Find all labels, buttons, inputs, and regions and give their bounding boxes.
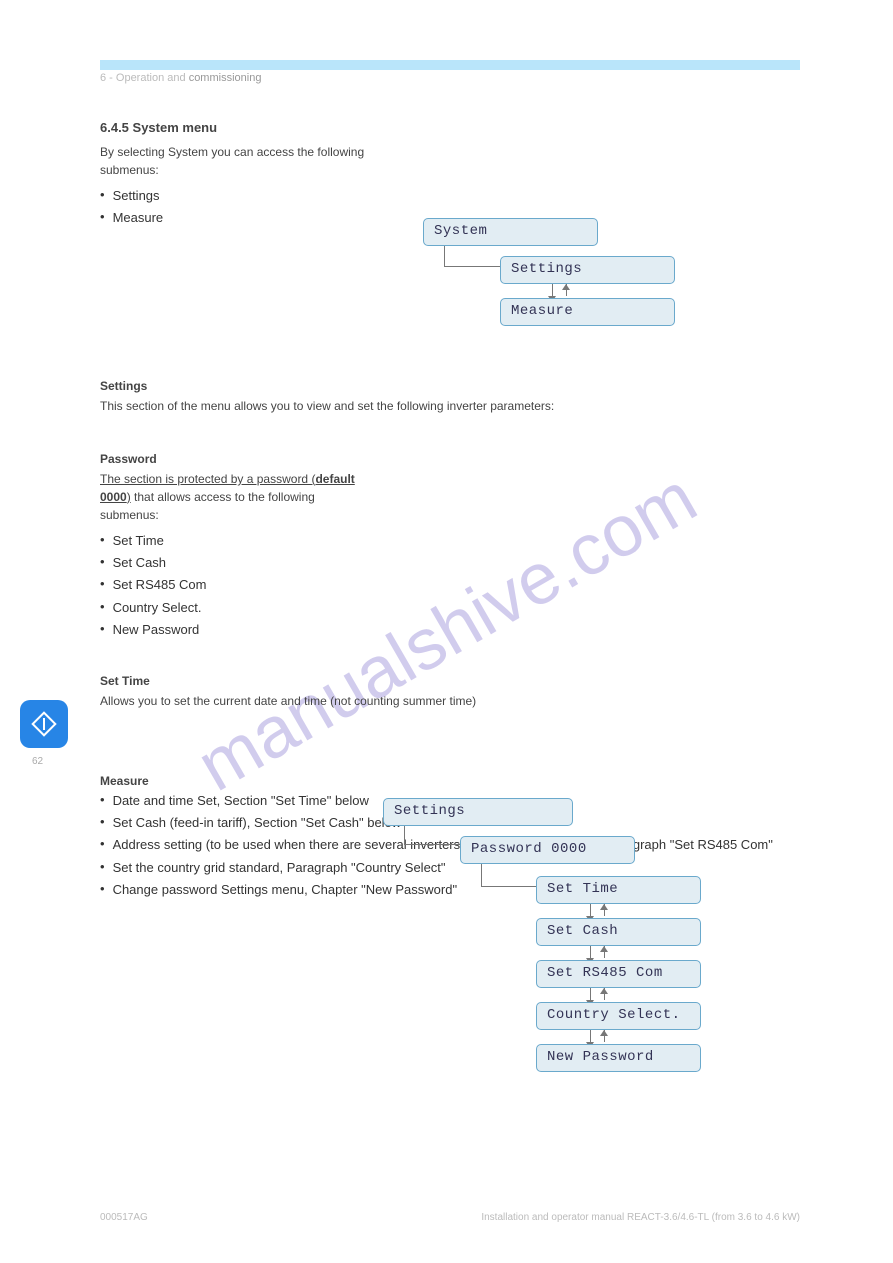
connector [590, 904, 591, 916]
subheading-settings: Settings [100, 379, 800, 393]
page-number: 62 [32, 756, 43, 767]
arrow-up-icon [600, 904, 608, 910]
para-system-intro: By selecting System you can access the f… [100, 143, 380, 179]
section-password: Password The section is protected by a p… [100, 438, 800, 643]
header-bar [100, 60, 800, 70]
menu-box-system: System [423, 218, 598, 246]
footer-doc: 000517AG [100, 1212, 148, 1223]
section-settime: Set Time Allows you to set the current d… [100, 660, 800, 718]
connector [481, 864, 482, 886]
connector [444, 266, 500, 267]
connector [404, 826, 405, 844]
menu-box-measure: Measure [500, 298, 675, 326]
connector [481, 886, 536, 887]
connector [444, 246, 445, 266]
menu-box-rs485: Set RS485 Com [536, 960, 701, 988]
para-settime-desc: Allows you to set the current date and t… [100, 692, 740, 710]
arrow-up-icon [600, 946, 608, 952]
bullet-newpwd: New Password [100, 621, 800, 639]
connector [590, 946, 591, 958]
menu-box-settings: Settings [500, 256, 675, 284]
connector [590, 988, 591, 1000]
menu-box-password: Password 0000 [460, 836, 635, 864]
bullet-settime: Set Time [100, 532, 800, 550]
arrow-up-icon [600, 988, 608, 994]
footer: 000517AG Installation and operator manua… [100, 1212, 800, 1223]
section-system: 6.4.5 System menu By selecting System yo… [100, 120, 800, 231]
bullet-m4: Set the country grid standard, Paragraph… [100, 859, 800, 877]
connector [590, 1030, 591, 1042]
connector [552, 284, 553, 296]
heading-system-menu: 6.4.5 System menu [100, 120, 800, 135]
diamond-icon [29, 709, 59, 739]
menu-box-settime: Set Time [536, 876, 701, 904]
bullet-rs485: Set RS485 Com [100, 576, 800, 594]
bullet-m3: Address setting (to be used when there a… [100, 836, 800, 854]
breadcrumb-current: commissioning [189, 72, 262, 84]
para-settings-intro: This section of the menu allows you to v… [100, 397, 740, 415]
subheading-settime: Set Time [100, 674, 800, 688]
bullet-settings: Settings [100, 187, 800, 205]
subheading-password: Password [100, 452, 800, 466]
menu-box-setcash: Set Cash [536, 918, 701, 946]
bullet-setcash: Set Cash [100, 554, 800, 572]
connector [404, 844, 460, 845]
arrow-up-icon [562, 284, 570, 290]
subheading-measure: Measure [100, 774, 800, 788]
section-settings: Settings This section of the menu allows… [100, 365, 800, 423]
menu-box-country: Country Select. [536, 1002, 701, 1030]
bullet-country: Country Select. [100, 599, 800, 617]
page-badge [20, 700, 68, 748]
arrow-up-icon [600, 1030, 608, 1036]
breadcrumb-prefix: 6 - Operation and [100, 72, 186, 84]
note-password-tail: that allows access to the following subm… [100, 490, 315, 522]
menu-box-settings2: Settings [383, 798, 573, 826]
menu-box-newpwd: New Password [536, 1044, 701, 1072]
breadcrumb: 6 - Operation and commissioning [100, 72, 261, 84]
footer-rev: Installation and operator manual REACT-3… [481, 1212, 800, 1223]
